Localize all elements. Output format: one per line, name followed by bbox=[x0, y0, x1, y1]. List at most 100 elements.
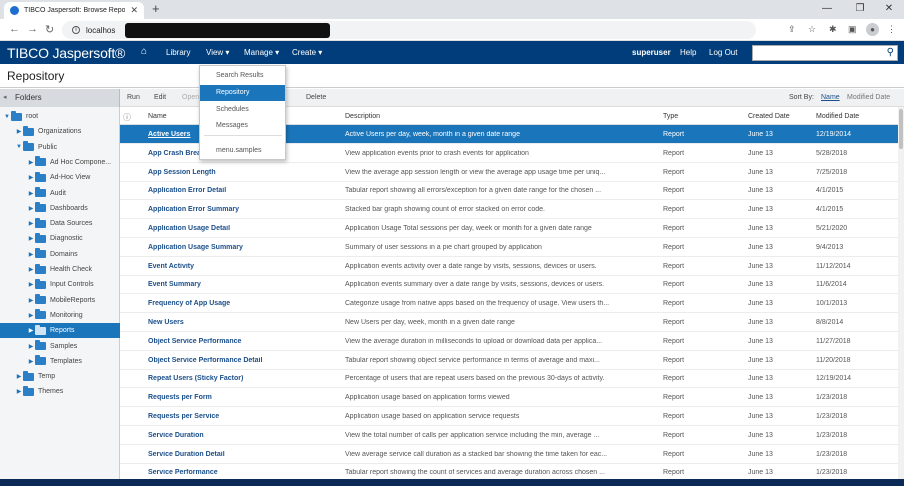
table-row[interactable]: Repeat Users (Sticky Factor) Percentage o… bbox=[120, 369, 904, 389]
collapsed-arrow-icon[interactable]: ▶ bbox=[27, 327, 35, 334]
table-row[interactable]: Application Error Summary Stacked bar gra… bbox=[120, 200, 904, 220]
sort-name-link[interactable]: Name bbox=[821, 94, 840, 101]
scrollbar[interactable] bbox=[898, 107, 904, 479]
share-icon[interactable]: ⇪ bbox=[788, 24, 796, 35]
nav-view[interactable]: View ▾ bbox=[206, 48, 229, 57]
collapsed-arrow-icon[interactable]: ▶ bbox=[27, 159, 35, 166]
collapsed-arrow-icon[interactable]: ▶ bbox=[27, 266, 35, 273]
tree-folder[interactable]: ▶ Diagnostic bbox=[0, 231, 120, 246]
col-type[interactable]: Type bbox=[663, 113, 678, 120]
collapsed-arrow-icon[interactable]: ▶ bbox=[27, 343, 35, 350]
table-row[interactable]: Service Duration Detail View average serv… bbox=[120, 445, 904, 464]
sort-modified-link[interactable]: Modified Date bbox=[847, 94, 890, 101]
report-name-link[interactable]: New Users bbox=[148, 319, 336, 326]
collapsed-arrow-icon[interactable]: ▶ bbox=[27, 235, 35, 242]
tree-folder[interactable]: ▶ Data Sources bbox=[0, 216, 120, 231]
table-row[interactable]: Frequency of App Usage Categorize usage f… bbox=[120, 294, 904, 314]
tree-folder[interactable]: ▶ Input Controls bbox=[0, 277, 120, 292]
nav-library[interactable]: Library bbox=[166, 48, 190, 57]
table-row[interactable]: Application Usage Summary Summary of user… bbox=[120, 238, 904, 257]
collapsed-arrow-icon[interactable]: ▶ bbox=[27, 205, 35, 212]
tree-folder[interactable]: ▶ Audit bbox=[0, 186, 120, 201]
report-name-link[interactable]: Event Activity bbox=[148, 263, 336, 270]
sidepanel-icon[interactable]: ▣ bbox=[848, 24, 857, 35]
report-name-link[interactable]: Service Duration bbox=[148, 432, 336, 439]
home-icon[interactable]: ⌂ bbox=[141, 46, 147, 57]
menu-samples[interactable]: menu.samples bbox=[200, 143, 285, 159]
close-window-icon[interactable]: ✕ bbox=[874, 1, 904, 16]
maximize-icon[interactable]: ❐ bbox=[845, 1, 875, 16]
table-row[interactable]: Object Service Performance View the avera… bbox=[120, 332, 904, 351]
report-name-link[interactable]: Service Performance bbox=[148, 469, 336, 476]
table-row[interactable]: Event Summary Application events summary … bbox=[120, 275, 904, 295]
table-row[interactable]: Application Usage Detail Application Usag… bbox=[120, 219, 904, 238]
collapsed-arrow-icon[interactable]: ▶ bbox=[27, 312, 35, 319]
tree-folder[interactable]: ▶ Samples bbox=[0, 339, 120, 354]
report-name-link[interactable]: Object Service Performance bbox=[148, 338, 336, 345]
delete-button[interactable]: Delete bbox=[306, 94, 326, 101]
collapsed-arrow-icon[interactable]: ▶ bbox=[27, 174, 35, 181]
table-row[interactable]: Object Service Performance Detail Tabular… bbox=[120, 351, 904, 370]
tree-folder[interactable]: ▶ Reports bbox=[0, 323, 120, 339]
back-icon[interactable]: ← bbox=[9, 23, 20, 35]
menu-repository[interactable]: Repository bbox=[200, 85, 285, 101]
scrollbar-thumb[interactable] bbox=[899, 109, 903, 149]
forward-icon[interactable]: → bbox=[27, 23, 38, 35]
search-icon[interactable]: ⚲ bbox=[887, 47, 894, 58]
tree-folder[interactable]: ▶ Temp bbox=[0, 369, 120, 384]
collapsed-arrow-icon[interactable]: ▶ bbox=[27, 281, 35, 288]
nav-manage[interactable]: Manage ▾ bbox=[244, 48, 279, 57]
table-row[interactable]: Service Duration View the total number of… bbox=[120, 426, 904, 445]
logout-link[interactable]: Log Out bbox=[709, 48, 737, 57]
collapse-panel-icon[interactable]: ◂ bbox=[3, 93, 7, 101]
report-name-link[interactable]: Event Summary bbox=[148, 281, 336, 288]
report-name-link[interactable]: Repeat Users (Sticky Factor) bbox=[148, 375, 336, 382]
profile-avatar-icon[interactable]: ● bbox=[866, 23, 879, 36]
tree-folder[interactable]: ▶ Domains bbox=[0, 247, 120, 262]
report-name-link[interactable]: Service Duration Detail bbox=[148, 451, 336, 458]
report-name-link[interactable]: App Session Length bbox=[148, 169, 336, 176]
collapsed-arrow-icon[interactable]: ▶ bbox=[27, 220, 35, 227]
report-name-link[interactable]: Requests per Form bbox=[148, 394, 336, 401]
reload-icon[interactable]: ↻ bbox=[45, 23, 54, 36]
expanded-arrow-icon[interactable]: ▼ bbox=[3, 114, 11, 120]
report-name-link[interactable]: Object Service Performance Detail bbox=[148, 357, 336, 364]
table-row[interactable]: Service Performance Tabular report showin… bbox=[120, 463, 904, 479]
edit-button[interactable]: Edit bbox=[154, 94, 166, 101]
new-tab-icon[interactable]: + bbox=[152, 1, 160, 16]
tree-folder[interactable]: ▶ Ad-Hoc View bbox=[0, 170, 120, 185]
bookmark-star-icon[interactable]: ☆ bbox=[808, 24, 816, 35]
collapsed-arrow-icon[interactable]: ▶ bbox=[15, 388, 23, 395]
col-description[interactable]: Description bbox=[345, 113, 380, 120]
menu-messages[interactable]: Messages bbox=[200, 118, 285, 134]
table-row[interactable]: Application Error Detail Tabular report s… bbox=[120, 181, 904, 201]
report-name-link[interactable]: Application Error Detail bbox=[148, 187, 336, 194]
open-button[interactable]: Open bbox=[182, 94, 199, 101]
report-name-link[interactable]: Application Error Summary bbox=[148, 206, 336, 213]
extensions-icon[interactable]: ✱ bbox=[829, 24, 837, 35]
menu-search-results[interactable]: Search Results bbox=[200, 68, 285, 84]
help-link[interactable]: Help bbox=[680, 48, 696, 57]
collapsed-arrow-icon[interactable]: ▶ bbox=[15, 373, 23, 380]
nav-create[interactable]: Create ▾ bbox=[292, 48, 322, 57]
table-row[interactable]: App Session Length View the average app s… bbox=[120, 163, 904, 182]
info-circle-icon[interactable]: ⓘ bbox=[123, 112, 131, 123]
col-modified[interactable]: Modified Date bbox=[816, 113, 859, 120]
menu-schedules[interactable]: Schedules bbox=[200, 102, 285, 118]
tree-folder[interactable]: ▶ Templates bbox=[0, 354, 120, 369]
browser-menu-icon[interactable]: ⋮ bbox=[887, 24, 896, 35]
table-row[interactable]: New Users New Users per day, week, month … bbox=[120, 313, 904, 332]
report-name-link[interactable]: Application Usage Detail bbox=[148, 225, 336, 232]
close-tab-icon[interactable]: ✕ bbox=[130, 5, 138, 16]
tree-folder[interactable]: ▶ Health Check bbox=[0, 262, 120, 277]
tree-folder[interactable]: ▶ Dashboards bbox=[0, 201, 120, 216]
search-input[interactable]: ⚲ bbox=[752, 45, 898, 61]
expanded-arrow-icon[interactable]: ▼ bbox=[15, 144, 23, 150]
report-name-link[interactable]: Frequency of App Usage bbox=[148, 300, 336, 307]
report-name-link[interactable]: Application Usage Summary bbox=[148, 244, 336, 251]
table-row[interactable]: Event Activity Application events activit… bbox=[120, 257, 904, 276]
run-button[interactable]: Run bbox=[127, 94, 140, 101]
tree-folder[interactable]: ▶ Monitoring bbox=[0, 308, 120, 323]
col-name[interactable]: Name bbox=[148, 113, 167, 120]
tree-folder[interactable]: ▼ Public bbox=[0, 140, 120, 155]
